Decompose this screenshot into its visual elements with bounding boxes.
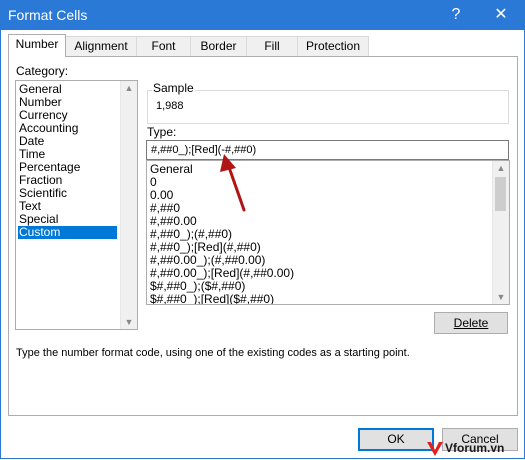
- category-item-custom[interactable]: Custom: [18, 226, 117, 239]
- scroll-up-arrow-icon[interactable]: ▲: [121, 81, 137, 95]
- category-listbox[interactable]: General Number Currency Accounting Date …: [15, 80, 138, 330]
- tab-font[interactable]: Font: [136, 36, 191, 56]
- title-bar: Format Cells ? ✕: [0, 0, 525, 30]
- type-item[interactable]: $#,##0_);[Red]($#,##0): [149, 293, 274, 305]
- sample-group: [147, 90, 509, 124]
- watermark-text: Vforum.vn: [445, 441, 505, 455]
- type-input[interactable]: #,##0_);[Red](-#,##0): [146, 140, 509, 160]
- hint-text: Type the number format code, using one o…: [16, 347, 410, 359]
- tab-border[interactable]: Border: [190, 36, 247, 56]
- category-label: Category:: [16, 64, 69, 78]
- type-listbox[interactable]: General 0 0.00 #,##0 #,##0.00 #,##0_);(#…: [146, 160, 510, 305]
- watermark-logo-icon: [427, 442, 443, 456]
- sample-value: 1,988: [156, 100, 184, 112]
- watermark: Vforum.vn: [425, 440, 523, 458]
- type-scrollbar[interactable]: ▲ ▼: [492, 161, 509, 304]
- tab-fill[interactable]: Fill: [246, 36, 298, 56]
- close-button[interactable]: ✕: [490, 4, 512, 26]
- category-scrollbar[interactable]: ▲ ▼: [120, 81, 137, 329]
- help-button[interactable]: ?: [445, 4, 467, 26]
- scroll-thumb[interactable]: [495, 177, 506, 211]
- window-title: Format Cells: [8, 7, 88, 23]
- ok-button[interactable]: OK: [358, 428, 434, 451]
- tab-number[interactable]: Number: [8, 34, 66, 57]
- delete-button-label: Delete: [453, 316, 489, 330]
- delete-button[interactable]: Delete: [434, 312, 508, 334]
- scroll-down-arrow-icon[interactable]: ▼: [121, 315, 137, 329]
- type-label: Type:: [147, 125, 177, 139]
- tab-alignment[interactable]: Alignment: [65, 36, 137, 56]
- scroll-down-arrow-icon[interactable]: ▼: [493, 290, 509, 304]
- sample-label: Sample: [152, 81, 195, 95]
- scroll-up-arrow-icon[interactable]: ▲: [493, 161, 509, 175]
- tab-protection[interactable]: Protection: [297, 36, 369, 56]
